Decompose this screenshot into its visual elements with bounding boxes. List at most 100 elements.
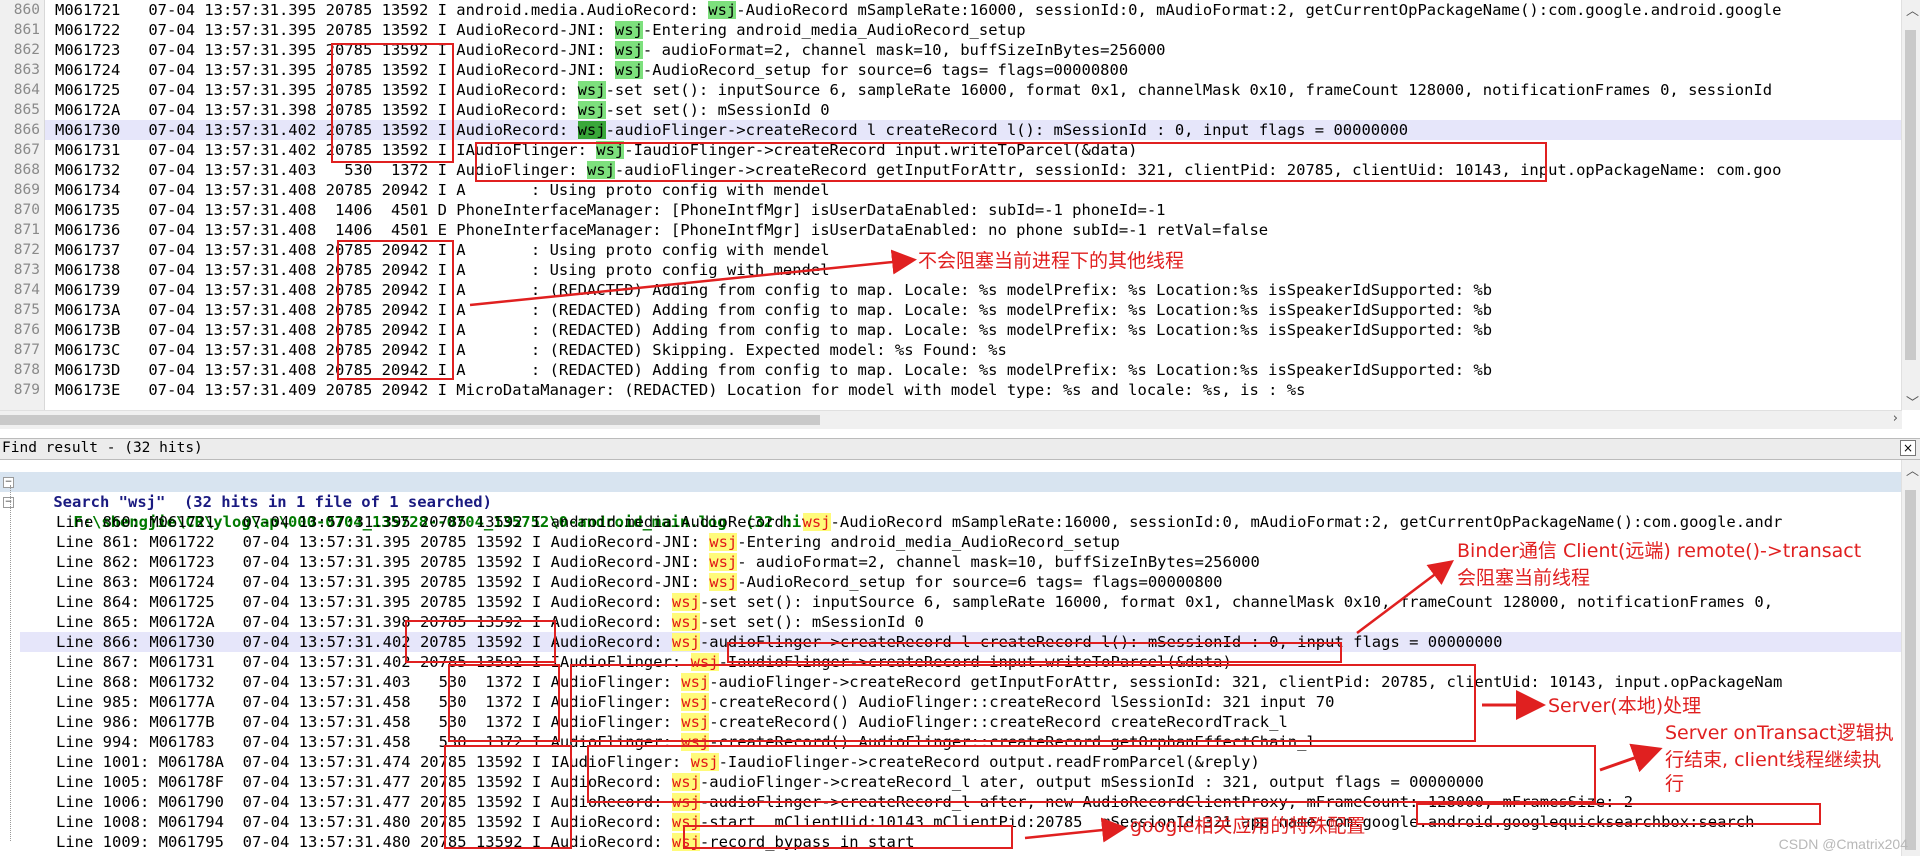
log-line[interactable]: M06173B 07-04 13:57:31.408 20785 20942 I… — [55, 320, 1492, 340]
result-text: Line 861: M061722 07-04 13:57:31.395 207… — [56, 533, 710, 551]
search-hit: wsj — [690, 753, 719, 771]
log-line[interactable]: M06173A 07-04 13:57:31.408 20785 20942 I… — [55, 300, 1492, 320]
result-text: -IaudioFlinger->createRecord output.read… — [718, 753, 1260, 771]
line-number: 872 — [13, 242, 40, 258]
log-line[interactable]: M061722 07-04 13:57:31.395 20785 13592 I… — [55, 20, 1026, 40]
result-row[interactable]: Line 1001: M06178A 07-04 13:57:31.474 20… — [56, 752, 1260, 772]
log-line[interactable]: M061731 07-04 13:57:31.402 20785 13592 I… — [55, 140, 1138, 160]
line-number: 866 — [13, 122, 40, 138]
log-text: M06173A 07-04 13:57:31.408 20785 20942 I… — [55, 301, 1493, 319]
result-text: Line 864: M061725 07-04 13:57:31.395 207… — [56, 593, 672, 611]
result-row[interactable]: Line 986: M06177B 07-04 13:57:31.458 530… — [56, 712, 1288, 732]
result-row[interactable]: Line 866: M061730 07-04 13:57:31.402 207… — [20, 632, 1916, 652]
log-line[interactable]: M061734 07-04 13:57:31.408 20785 20942 I… — [55, 180, 830, 200]
log-line[interactable]: M061725 07-04 13:57:31.395 20785 13592 I… — [55, 80, 1772, 100]
log-text: -AudioRecord mSampleRate:16000, sessionI… — [736, 1, 1782, 19]
collapse-search-icon[interactable]: − — [3, 477, 14, 488]
log-text: -set set(): mSessionId 0 — [605, 101, 830, 119]
scroll-up-icon[interactable]: ︿ — [1906, 460, 1919, 479]
log-line[interactable]: M061730 07-04 13:57:31.402 20785 13592 I… — [45, 120, 1905, 140]
log-editor[interactable]: 860 861 862 863 864 865 866 867 868 869 870 871 872 8… — [0, 0, 1920, 430]
editor-horizontal-scrollbar[interactable]: › — [0, 410, 1902, 429]
note-google-special: google相关应用的特殊配置 — [1130, 815, 1366, 837]
log-text: M06173C 07-04 13:57:31.408 20785 20942 I… — [55, 341, 1007, 359]
search-hit: wsj — [614, 41, 643, 59]
result-row[interactable]: Line 861: M061722 07-04 13:57:31.395 207… — [56, 532, 1120, 552]
find-result-titlebar: Find result - (32 hits) × — [0, 438, 1920, 460]
result-row[interactable]: Line 994: M061783 07-04 13:57:31.458 530… — [56, 732, 1316, 752]
result-row[interactable]: Line 864: M061725 07-04 13:57:31.395 207… — [56, 592, 1773, 612]
result-row[interactable]: Line 1005: M06178F 07-04 13:57:31.477 20… — [56, 772, 1484, 792]
log-text: M061730 07-04 13:57:31.402 20785 13592 I… — [55, 121, 578, 139]
scrollbar-thumb[interactable] — [1905, 30, 1916, 360]
log-line[interactable]: M061736 07-04 13:57:31.408 1406 4501 E P… — [55, 220, 1268, 240]
line-number: 870 — [13, 202, 40, 218]
scroll-down-icon[interactable]: ﹀ — [1906, 392, 1919, 411]
log-line[interactable]: M061724 07-04 13:57:31.395 20785 13592 I… — [55, 60, 1128, 80]
log-line[interactable]: M061737 07-04 13:57:31.408 20785 20942 I… — [55, 240, 830, 260]
collapse-file-icon[interactable]: − — [3, 497, 14, 508]
log-line[interactable]: M06173E 07-04 13:57:31.409 20785 20942 I… — [55, 380, 1305, 400]
search-hit: wsj — [690, 653, 719, 671]
log-text: M061736 07-04 13:57:31.408 1406 4501 E P… — [55, 221, 1269, 239]
log-text: -audioFlinger->createRecord getInputForA… — [614, 161, 1782, 179]
search-hit: wsj — [671, 633, 700, 651]
log-line[interactable]: M06172A 07-04 13:57:31.398 20785 13592 I… — [55, 100, 830, 120]
log-text: M06173E 07-04 13:57:31.409 20785 20942 I… — [55, 381, 1306, 399]
result-text: -audioFlinger->createRecord_l after, new… — [699, 793, 1634, 811]
editor-vertical-scrollbar[interactable]: ︿ ﹀ — [1901, 0, 1920, 411]
result-row[interactable]: Line 862: M061723 07-04 13:57:31.395 207… — [56, 552, 1260, 572]
search-hit: wsj — [802, 513, 831, 531]
search-hit: wsj — [681, 713, 710, 731]
result-row[interactable]: Line 868: M061732 07-04 13:57:31.403 530… — [56, 672, 1782, 692]
file-summary[interactable]: F:\shengjie\CR\ylog\ap\000-0704_135728--… — [0, 492, 1920, 531]
result-text: - audioFormat=2, channel mask=10, buffSi… — [737, 553, 1260, 571]
result-row[interactable]: Line 1009: M061795 07-04 13:57:31.480 20… — [56, 832, 915, 852]
search-hit: wsj — [614, 21, 643, 39]
log-text: -set set(): inputSource 6, sampleRate 16… — [605, 81, 1773, 99]
scroll-up-icon[interactable]: ︿ — [1906, 0, 1919, 19]
note-binder-block: 会阻塞当前线程 — [1457, 567, 1591, 589]
line-number: 864 — [13, 82, 40, 98]
find-results-panel[interactable]: Search "wsj" (32 hits in 1 file of 1 sea… — [0, 460, 1920, 856]
result-text: Line 867: M061731 07-04 13:57:31.402 207… — [56, 653, 691, 671]
scrollbar-thumb[interactable] — [0, 415, 820, 425]
result-row[interactable]: Line 860: M061721 07-04 13:57:31.395 207… — [56, 512, 1782, 532]
scroll-right-icon[interactable]: › — [1893, 411, 1898, 426]
search-hit: wsj — [671, 813, 700, 831]
log-text: M061731 07-04 13:57:31.402 20785 13592 I… — [55, 141, 597, 159]
line-number: 873 — [13, 262, 40, 278]
log-text: M061724 07-04 13:57:31.395 20785 13592 I… — [55, 61, 615, 79]
result-text: -AudioRecord_setup for source=6 tags= fl… — [737, 573, 1223, 591]
result-row[interactable]: Line 865: M06172A 07-04 13:57:31.398 207… — [56, 612, 924, 632]
log-line[interactable]: M06173D 07-04 13:57:31.408 20785 20942 I… — [55, 360, 1492, 380]
log-line[interactable]: M06173C 07-04 13:57:31.408 20785 20942 I… — [55, 340, 1007, 360]
search-summary[interactable]: Search "wsj" (32 hits in 1 file of 1 sea… — [0, 472, 1906, 511]
log-line[interactable]: M061739 07-04 13:57:31.408 20785 20942 I… — [55, 280, 1492, 300]
line-number: 863 — [13, 62, 40, 78]
scrollbar-thumb[interactable] — [1905, 490, 1916, 850]
results-vertical-scrollbar[interactable]: ︿ — [1901, 460, 1920, 856]
result-text: -audioFlinger->createRecord l createReco… — [699, 633, 1503, 651]
search-hit: wsj — [586, 161, 615, 179]
line-number: 877 — [13, 342, 40, 358]
result-row[interactable]: Line 863: M061724 07-04 13:57:31.395 207… — [56, 572, 1223, 592]
log-line[interactable]: M061721 07-04 13:57:31.395 20785 13592 I… — [55, 0, 1781, 20]
watermark: CSDN @Cmatrix204 — [1778, 836, 1908, 852]
log-line[interactable]: M061738 07-04 13:57:31.408 20785 20942 I… — [55, 260, 830, 280]
result-row[interactable]: Line 1006: M061790 07-04 13:57:31.477 20… — [56, 792, 1633, 812]
log-text: -IaudioFlinger->createRecord input.write… — [624, 141, 1138, 159]
log-line[interactable]: M061732 07-04 13:57:31.403 530 1372 I Au… — [55, 160, 1781, 180]
line-number: 860 — [13, 2, 40, 18]
result-row[interactable]: Line 1008: M061794 07-04 13:57:31.480 20… — [56, 812, 1754, 832]
result-text: Line 986: M06177B 07-04 13:57:31.458 530… — [56, 713, 682, 731]
find-result-title: Find result - (32 hits) — [2, 440, 203, 456]
log-line[interactable]: M061723 07-04 13:57:31.395 20785 13592 I… — [55, 40, 1166, 60]
log-line[interactable]: M061735 07-04 13:57:31.408 1406 4501 D P… — [55, 200, 1165, 220]
search-hit: wsj — [614, 61, 643, 79]
result-row[interactable]: Line 985: M06177A 07-04 13:57:31.458 530… — [56, 692, 1334, 712]
result-text: -Entering android_media_AudioRecord_setu… — [737, 533, 1120, 551]
note-not-blocking: 不会阻塞当前进程下的其他线程 — [918, 250, 1185, 272]
close-icon[interactable]: × — [1900, 440, 1916, 456]
result-row[interactable]: Line 867: M061731 07-04 13:57:31.402 207… — [56, 652, 1232, 672]
